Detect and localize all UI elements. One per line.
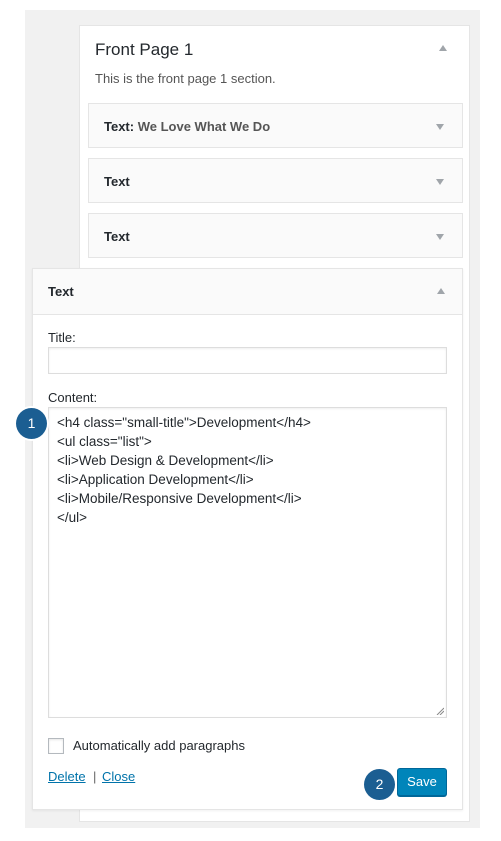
content-line: <li>Web Design & Development</li> (57, 453, 274, 468)
step-badge-1: 1 (16, 408, 47, 439)
widget-header[interactable]: Text (33, 269, 462, 315)
delete-link[interactable]: Delete (48, 769, 86, 784)
sidebar-description: This is the front page 1 section. (95, 71, 276, 86)
resize-handle-icon[interactable] (436, 707, 444, 715)
collapse-widget-icon[interactable] (437, 288, 445, 294)
expand-widget-icon[interactable] (436, 124, 444, 130)
expand-widget-icon[interactable] (436, 234, 444, 240)
step-badge-2: 2 (364, 769, 395, 800)
widget-text-2[interactable]: Text (88, 158, 463, 203)
auto-paragraphs-label[interactable]: Automatically add paragraphs (73, 738, 245, 753)
content-line: </ul> (57, 510, 88, 525)
widget-instance-title: We Love What We Do (137, 119, 271, 134)
sidebar-title[interactable]: Front Page 1 (95, 40, 193, 60)
title-input[interactable] (48, 347, 447, 374)
auto-paragraphs-checkbox[interactable] (48, 738, 64, 754)
close-link[interactable]: Close (102, 769, 135, 784)
widget-title: Text: We Love What We Do (104, 119, 271, 134)
content-textarea[interactable]: <h4 class="small-title">Development</h4>… (48, 407, 447, 718)
content-line: <ul class="list"> (57, 434, 152, 449)
content-label: Content: (48, 390, 98, 405)
collapse-sidebar-icon[interactable] (439, 45, 447, 51)
content-line: <li>Mobile/Responsive Development</li> (57, 491, 302, 506)
widget-text-3[interactable]: Text (88, 213, 463, 258)
widget-title-label: Text (104, 119, 130, 134)
save-button[interactable]: Save (397, 768, 447, 796)
content-line: <h4 class="small-title">Development</h4> (57, 415, 311, 430)
link-separator: | (93, 769, 97, 784)
expand-widget-icon[interactable] (436, 179, 444, 185)
widget-title: Text (104, 229, 130, 244)
title-label: Title: (48, 330, 76, 345)
widget-title: Text (104, 174, 130, 189)
widget-title: Text (48, 284, 74, 299)
widget-text-editor: Text Title: Content: <h4 class="small-ti… (32, 268, 463, 810)
content-line: <li>Application Development</li> (57, 472, 254, 487)
widget-text-1[interactable]: Text: We Love What We Do (88, 103, 463, 148)
